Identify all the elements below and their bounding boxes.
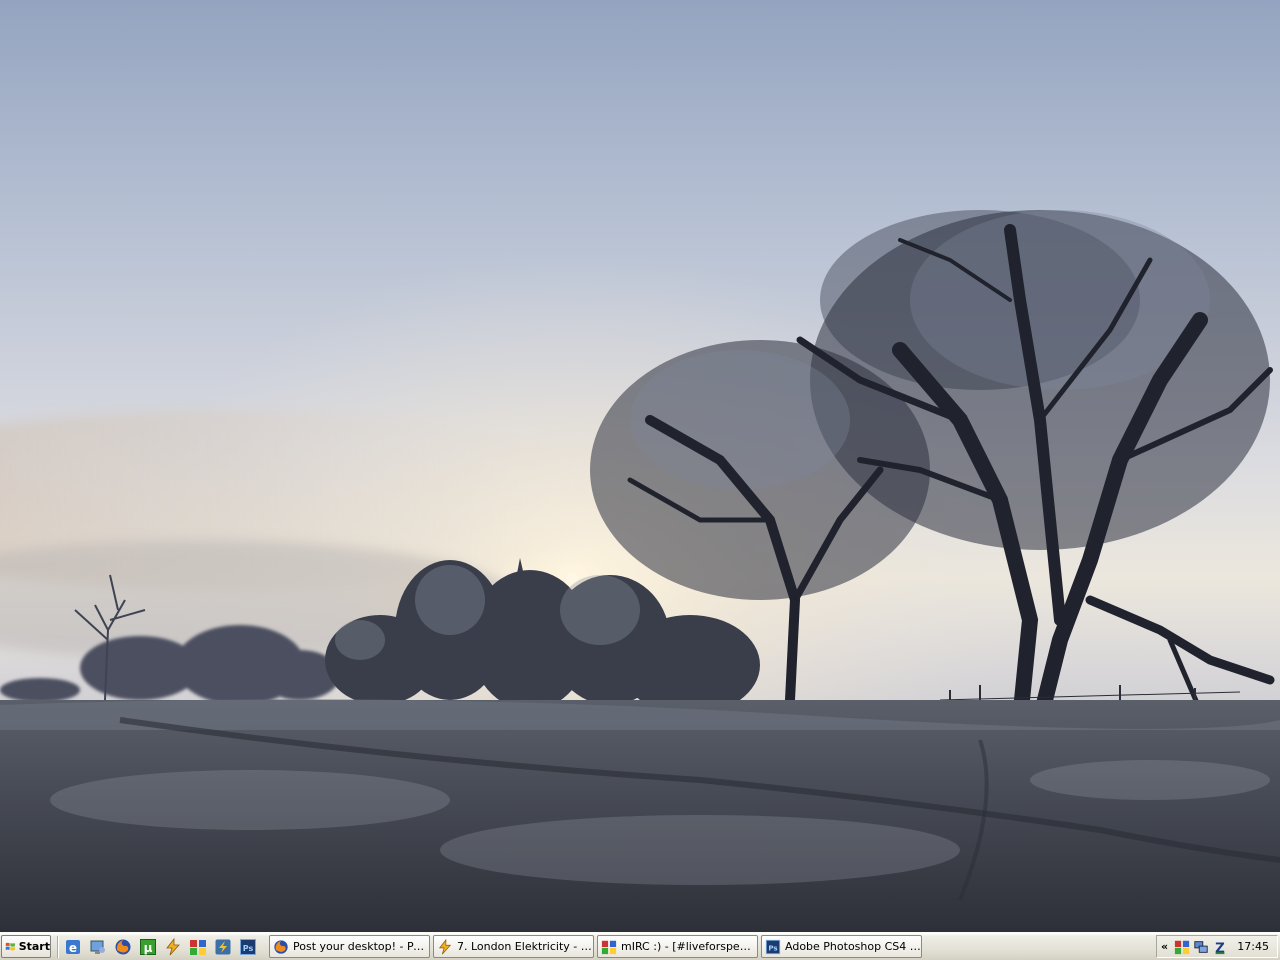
task-button-photoshop[interactable]: Ps Adobe Photoshop CS4 E... — [761, 935, 922, 958]
photoshop-icon[interactable]: Ps — [238, 937, 258, 957]
mirc-icon[interactable] — [188, 937, 208, 957]
firefox-icon — [274, 939, 288, 954]
task-button-mirc[interactable]: mIRC :) - [#liveforspeed... — [597, 935, 758, 958]
photoshop-icon: Ps — [765, 939, 781, 954]
task-label: 7. London Elektricity - Bil... — [457, 940, 593, 953]
firefox-icon[interactable] — [113, 937, 133, 957]
utorrent-icon[interactable]: µ — [138, 937, 158, 957]
task-label: Post your desktop! - Pa... — [293, 940, 429, 953]
task-button-winamp[interactable]: 7. London Elektricity - Bil... — [433, 935, 594, 958]
windows-logo-icon — [5, 942, 15, 950]
svg-text:Ps: Ps — [768, 943, 777, 952]
tray-expand-button[interactable]: « — [1161, 940, 1171, 953]
system-tray: « Z 17:45 — [1156, 935, 1278, 958]
winamp-icon — [438, 938, 452, 954]
mirc-tray-icon[interactable] — [1174, 939, 1190, 955]
task-label: Adobe Photoshop CS4 E... — [785, 940, 921, 953]
start-label: Start — [18, 940, 50, 953]
task-button-firefox[interactable]: Post your desktop! - Pa... — [269, 935, 430, 958]
taskbar: Start e µ Ps Post your desktop! - Pa... … — [0, 932, 1280, 960]
clock[interactable]: 17:45 — [1237, 940, 1269, 953]
svg-text:µ: µ — [144, 941, 153, 955]
task-label: mIRC :) - [#liveforspeed... — [621, 940, 757, 953]
winamp-icon[interactable] — [163, 937, 183, 957]
svg-text:e: e — [69, 941, 77, 955]
network-icon[interactable] — [1193, 939, 1209, 955]
show-desktop-icon[interactable] — [88, 937, 108, 957]
svg-text:Ps: Ps — [243, 944, 254, 953]
wallpaper-winter-landscape — [0, 0, 1280, 932]
zonealarm-icon[interactable]: Z — [1212, 939, 1228, 955]
desktop[interactable] — [0, 0, 1280, 932]
start-button[interactable]: Start — [1, 935, 51, 958]
winamp-modern-icon[interactable] — [213, 937, 233, 957]
mirc-icon — [601, 940, 617, 954]
quick-launch-bar: e µ Ps — [57, 936, 258, 958]
ie-icon[interactable]: e — [63, 937, 83, 957]
